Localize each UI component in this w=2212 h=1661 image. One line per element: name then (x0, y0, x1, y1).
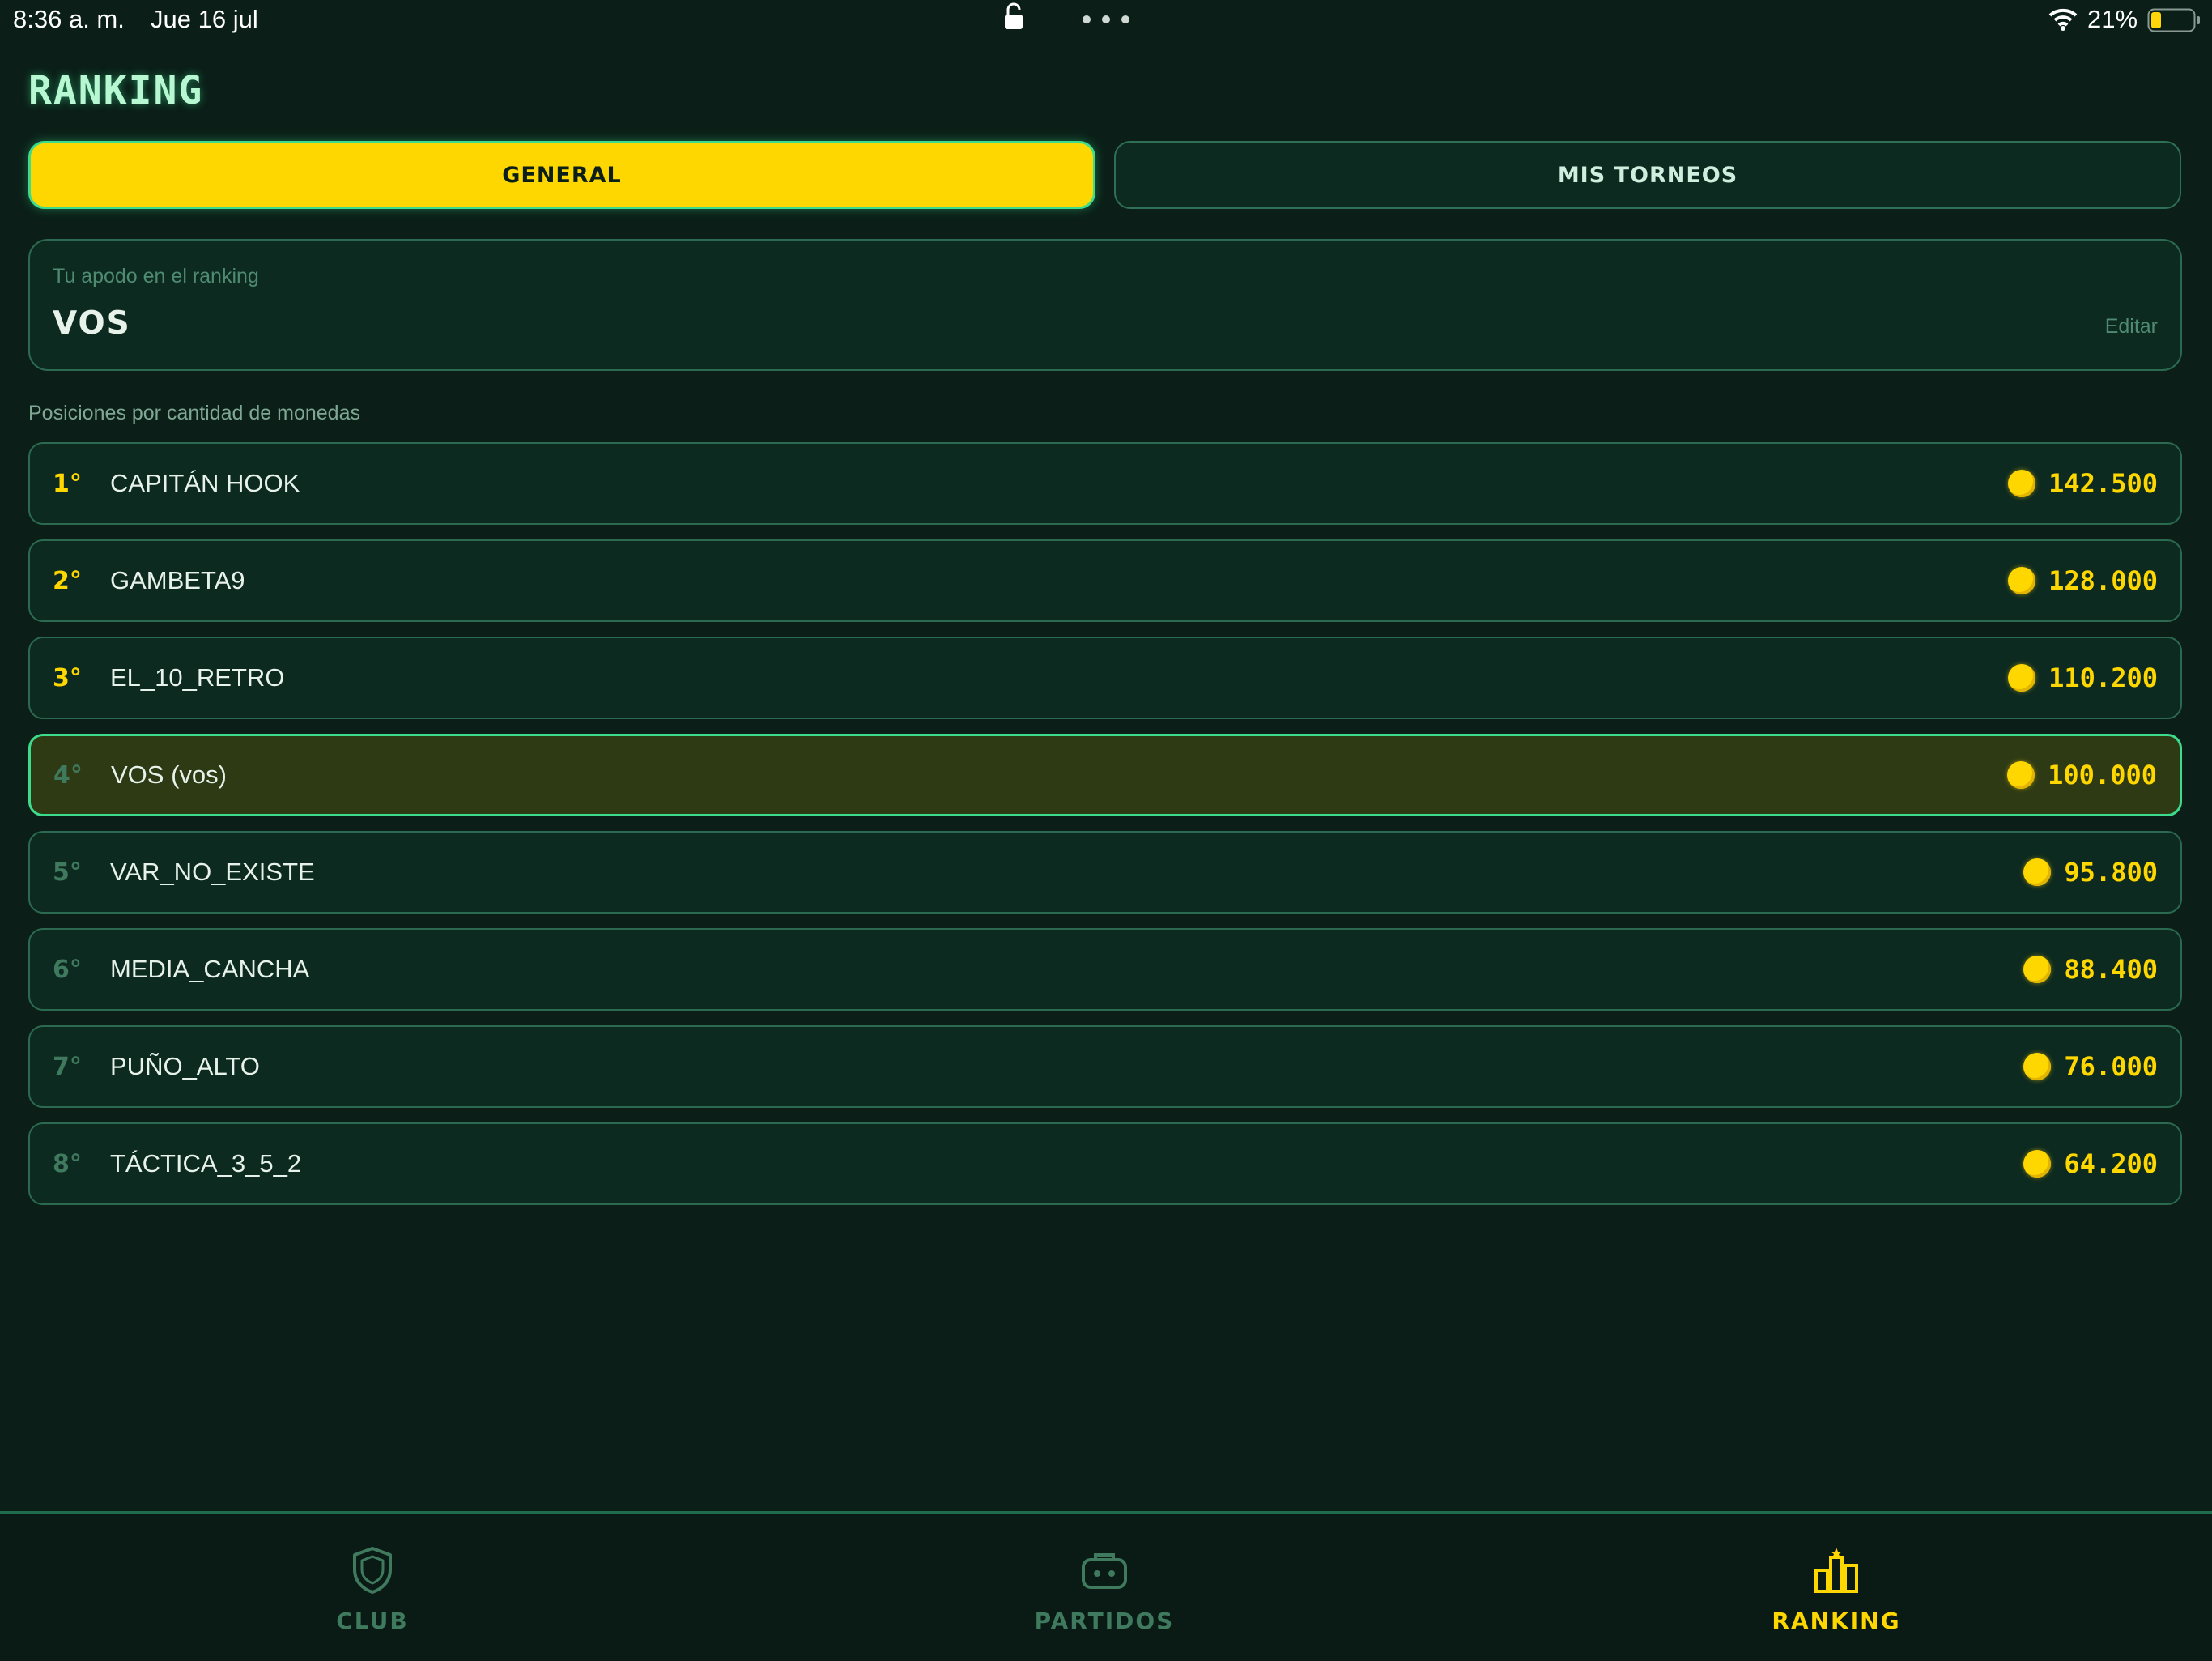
ranking-position: 6° (53, 955, 82, 984)
ranking-row[interactable]: 2° GAMBETA9 128.000 (28, 539, 2182, 622)
ranking-row[interactable]: 5° VAR_NO_EXISTE 95.800 (28, 831, 2182, 914)
coin-icon (2023, 858, 2052, 886)
ranking-row-current-user[interactable]: 4° VOS (vos) 100.000 (28, 734, 2182, 816)
lock-icon (1005, 2, 1023, 29)
coin-value: 128.000 (2048, 565, 2158, 596)
coin-value: 95.800 (2064, 857, 2158, 888)
ranking-coins: 100.000 (2007, 760, 2157, 790)
ranking-position: 3° (53, 663, 82, 692)
ranking-coins: 76.000 (2023, 1051, 2158, 1082)
edit-nickname-button[interactable]: Editar (2105, 315, 2158, 339)
nav-ranking[interactable]: RANKING (1715, 1546, 1958, 1634)
ranking-name: GAMBETA9 (110, 566, 245, 594)
coin-value: 88.400 (2064, 954, 2158, 985)
nickname-value: VOS (53, 305, 131, 342)
nav-partidos[interactable]: PARTIDOS (983, 1546, 1226, 1634)
nav-club[interactable]: CLUB (251, 1546, 494, 1634)
nav-label: PARTIDOS (1034, 1608, 1175, 1634)
coin-icon (2008, 664, 2036, 692)
battery-icon (2147, 8, 2200, 32)
coin-value: 64.200 (2064, 1148, 2158, 1179)
page-title: RANKING (28, 68, 204, 113)
nav-label: RANKING (1772, 1608, 1901, 1634)
ranking-coins: 64.200 (2023, 1148, 2158, 1179)
coin-icon (2007, 761, 2035, 789)
ranking-position: 5° (53, 858, 82, 887)
ranking-name: TÁCTICA_3_5_2 (110, 1149, 302, 1178)
ranking-name: VAR_NO_EXISTE (110, 858, 315, 886)
ranking-list: 1° CAPITÁN HOOK 142.500 2° GAMBETA9 128.… (28, 442, 2182, 1220)
coin-value: 76.000 (2064, 1051, 2158, 1082)
tab-general[interactable]: GENERAL (28, 141, 1095, 209)
nav-label: CLUB (336, 1608, 409, 1634)
ranking-coins: 110.200 (2008, 662, 2158, 693)
status-bar: 8:36 a. m. Jue 16 jul 21% (0, 0, 2212, 39)
ranking-row[interactable]: 6° MEDIA_CANCHA 88.400 (28, 928, 2182, 1011)
coin-icon (2008, 470, 2036, 497)
coin-value: 110.200 (2048, 662, 2158, 693)
nickname-card: Tu apodo en el ranking VOS Editar (28, 239, 2182, 371)
ranking-position: 4° (53, 760, 83, 790)
coin-icon (2008, 567, 2036, 594)
ranking-coins: 142.500 (2008, 468, 2158, 499)
battery-percent: 21% (2087, 5, 2138, 33)
status-date: Jue 16 jul (151, 5, 258, 33)
ranking-position: 2° (53, 566, 82, 595)
ranking-name: CAPITÁN HOOK (110, 469, 300, 497)
coin-icon (2023, 1150, 2052, 1178)
coin-value: 100.000 (2048, 760, 2157, 790)
status-time: 8:36 a. m. (13, 5, 125, 33)
ranking-coins: 128.000 (2008, 565, 2158, 596)
wifi-icon (2048, 8, 2078, 31)
ranking-row[interactable]: 7° PUÑO_ALTO 76.000 (28, 1025, 2182, 1108)
ranking-name: MEDIA_CANCHA (110, 955, 310, 983)
ranking-name: EL_10_RETRO (110, 663, 285, 692)
coin-icon (2023, 956, 2052, 983)
ranking-name: PUÑO_ALTO (110, 1052, 260, 1080)
bottom-nav: CLUB PARTIDOS RANKING (0, 1511, 2212, 1661)
ranking-coins: 95.800 (2023, 857, 2158, 888)
nickname-label: Tu apodo en el ranking (53, 265, 259, 287)
more-dots-icon[interactable] (1082, 15, 1130, 24)
gamepad-icon (1082, 1553, 1127, 1589)
ranking-row[interactable]: 1° CAPITÁN HOOK 142.500 (28, 442, 2182, 525)
ranking-icon (1814, 1548, 1858, 1593)
tab-mis-torneos[interactable]: MIS TORNEOS (1114, 141, 2181, 209)
ranking-position: 7° (53, 1052, 82, 1081)
section-label: Posiciones por cantidad de monedas (28, 402, 360, 424)
ranking-name: VOS (vos) (111, 760, 227, 789)
ranking-position: 1° (53, 469, 82, 498)
ranking-coins: 88.400 (2023, 954, 2158, 985)
ranking-row[interactable]: 3° EL_10_RETRO 110.200 (28, 637, 2182, 719)
shield-icon (353, 1547, 392, 1594)
ranking-row[interactable]: 8° TÁCTICA_3_5_2 64.200 (28, 1122, 2182, 1205)
ranking-position: 8° (53, 1149, 82, 1178)
coin-icon (2023, 1053, 2052, 1080)
coin-value: 142.500 (2048, 468, 2158, 499)
